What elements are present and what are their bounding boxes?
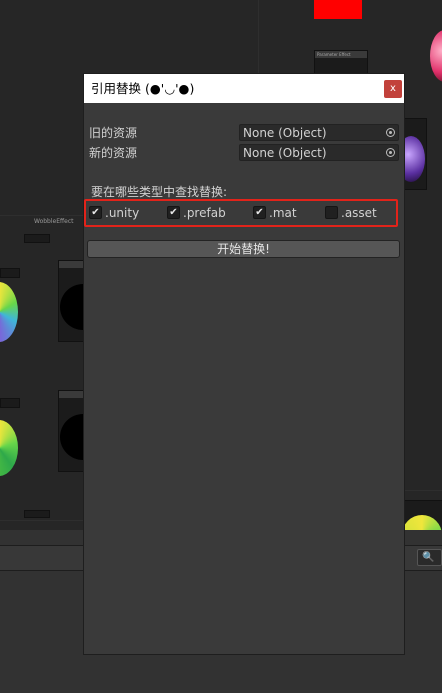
start-replace-button[interactable]: 开始替换!	[87, 240, 400, 258]
graph-node	[0, 268, 20, 278]
object-picker-icon[interactable]	[386, 148, 395, 157]
search-icon[interactable]: 🔍	[417, 549, 442, 566]
type-label-unity: .unity	[105, 206, 140, 220]
new-asset-field[interactable]: None (Object)	[239, 144, 399, 161]
old-asset-label: 旧的资源	[89, 126, 138, 140]
node-group-label: WobbleEffect	[34, 218, 74, 225]
checkbox-prefab[interactable]: ✔	[167, 206, 180, 219]
checkbox-mat[interactable]: ✔	[253, 206, 266, 219]
close-button[interactable]: x	[384, 80, 402, 98]
type-label-prefab: .prefab	[183, 206, 226, 220]
red-color-swatch	[314, 0, 362, 19]
old-asset-value: None (Object)	[243, 126, 327, 140]
window-title: 引用替换 (●'◡'●)	[91, 81, 195, 96]
new-asset-value: None (Object)	[243, 146, 327, 160]
checkbox-unity[interactable]: ✔	[89, 206, 102, 219]
title-bar[interactable]: 引用替换 (●'◡'●) x	[84, 74, 404, 103]
file-type-options: ✔ .unity ✔ .prefab ✔ .mat .asset	[84, 199, 398, 227]
object-picker-icon[interactable]	[386, 128, 395, 137]
reference-replace-window: 引用替换 (●'◡'●) x 旧的资源 None (Object) 新的资源 N…	[83, 73, 405, 655]
graph-node: Parameter Effect	[314, 50, 368, 74]
checkbox-asset[interactable]	[325, 206, 338, 219]
new-asset-label: 新的资源	[89, 146, 138, 160]
graph-node	[24, 510, 50, 518]
graph-node	[24, 234, 50, 243]
search-types-label: 要在哪些类型中查找替换:	[91, 185, 228, 199]
type-label-asset: .asset	[341, 206, 377, 220]
old-asset-field[interactable]: None (Object)	[239, 124, 399, 141]
type-label-mat: .mat	[269, 206, 297, 220]
graph-node	[0, 398, 20, 408]
